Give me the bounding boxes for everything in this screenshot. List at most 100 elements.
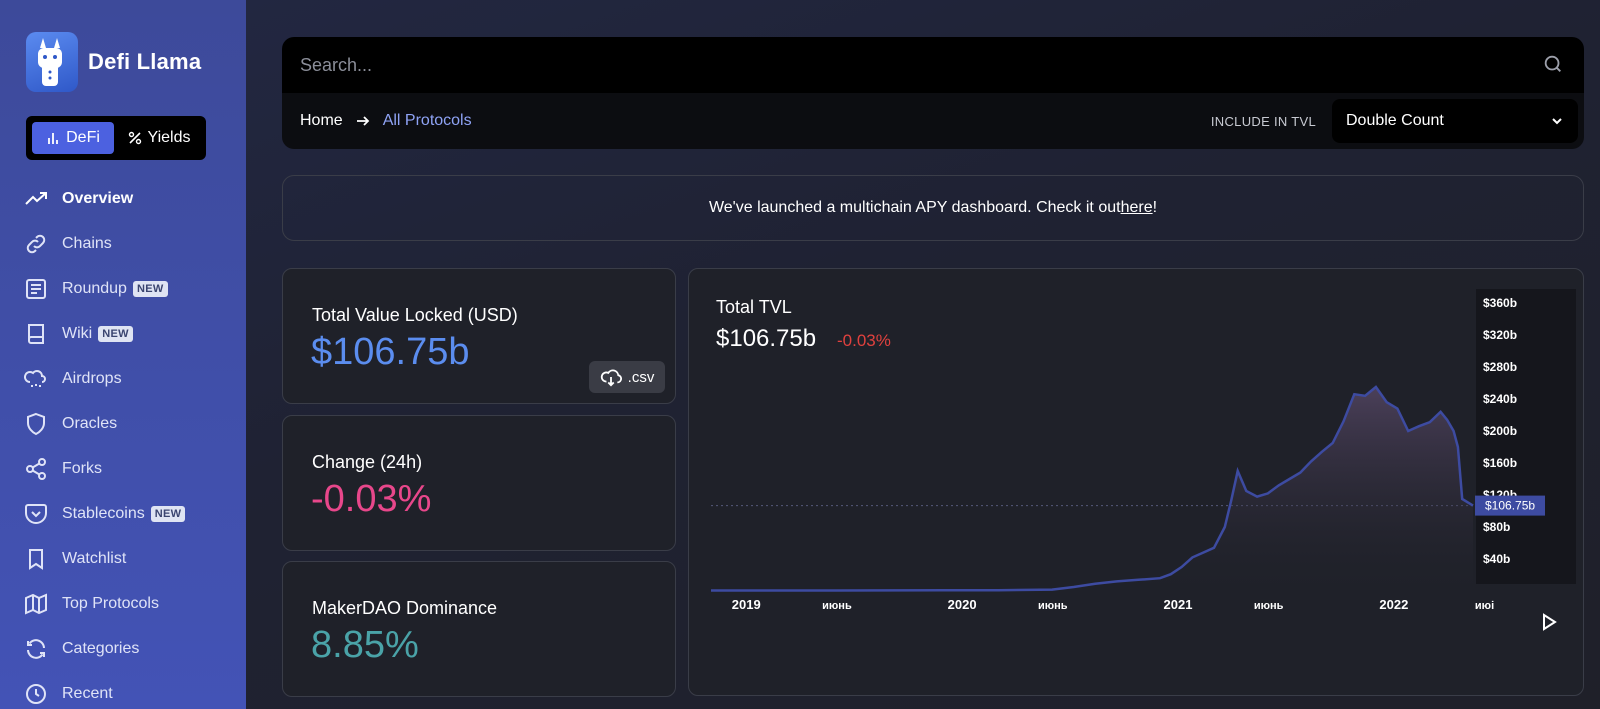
sidebar-item-recent[interactable]: Recent <box>24 671 234 709</box>
pocket-icon <box>24 502 48 526</box>
chart-title: Total TVL <box>716 297 792 317</box>
sidebar-item-airdrops[interactable]: Airdrops <box>24 356 234 401</box>
app-name: Defi Llama <box>88 49 202 74</box>
sidebar-item-label: Chains <box>62 234 112 252</box>
cloud-download-icon <box>600 369 622 387</box>
x-tick-label: июнь <box>822 600 852 612</box>
announcement-suffix: ! <box>1152 199 1158 216</box>
y-tick-label: $80b <box>1483 520 1510 534</box>
sidebar-item-categories[interactable]: Categories <box>24 626 234 671</box>
x-tick-label: июі <box>1475 600 1494 612</box>
change-card: Change (24h) -0.03% <box>282 415 676 551</box>
chart-current-value: $106.75b <box>716 325 817 352</box>
chart-change: -0.03% <box>837 331 891 350</box>
x-tick-label: 2022 <box>1379 597 1408 612</box>
sidebar-item-overview[interactable]: Overview <box>24 176 234 221</box>
y-tick-label: $280b <box>1483 360 1517 374</box>
tvl-chart-card: $40b $80b $120b $160b $200b $240b $280b $320b $3… <box>688 268 1584 696</box>
percent-icon <box>128 131 142 145</box>
tvl-label: Total Value Locked (USD) <box>312 305 518 325</box>
bar-chart-icon <box>46 131 60 145</box>
tvl-include-select[interactable]: Double Count <box>1332 99 1578 143</box>
sidebar: Defi Llama DeFi Yields Overview Chains R… <box>0 0 246 709</box>
breadcrumb-current[interactable]: All Protocols <box>383 112 472 130</box>
tvl-value: $106.75b <box>311 331 470 373</box>
sidebar-item-watchlist[interactable]: Watchlist <box>24 536 234 581</box>
change-value: -0.03% <box>311 478 432 520</box>
new-badge: NEW <box>98 325 133 342</box>
sidebar-item-label: Recent <box>62 684 113 702</box>
defi-tab-label: DeFi <box>66 129 100 146</box>
dominance-card: MakerDAO Dominance 8.85% <box>282 561 676 697</box>
book-icon <box>24 322 48 346</box>
sidebar-item-label: Stablecoins <box>62 504 145 522</box>
y-tick-label: $360b <box>1483 296 1517 310</box>
sidebar-item-label: Oracles <box>62 414 118 432</box>
llama-logo-icon <box>26 32 78 92</box>
search-input[interactable] <box>300 37 1500 93</box>
sidebar-item-label: Wiki <box>62 324 93 342</box>
play-icon[interactable] <box>1541 613 1557 636</box>
sidebar-item-oracles[interactable]: Oracles <box>24 401 234 446</box>
csv-label: .csv <box>627 368 655 386</box>
current-price-label: $106.75b <box>1485 499 1535 513</box>
include-in-tvl-label: INCLUDE IN TVL <box>1210 113 1316 129</box>
tvl-card: Total Value Locked (USD) $106.75b .csv <box>282 268 676 404</box>
sidebar-item-label: Overview <box>62 189 134 207</box>
sidebar-item-top-protocols[interactable]: Top Protocols <box>24 581 234 626</box>
sidebar-item-chains[interactable]: Chains <box>24 221 234 266</box>
yields-tab[interactable]: Yields <box>118 122 200 154</box>
change-label: Change (24h) <box>312 452 423 472</box>
announcement-link[interactable]: here <box>1121 199 1153 217</box>
search-icon[interactable] <box>1542 53 1564 80</box>
announcement-text: We've launched a multichain APY dashboar… <box>708 199 1121 216</box>
app-logo[interactable]: Defi Llama <box>26 32 201 92</box>
y-tick-label: $320b <box>1483 328 1517 342</box>
y-tick-label: $40b <box>1483 552 1510 566</box>
breadcrumb-home[interactable]: Home <box>300 112 343 130</box>
sidebar-item-label: Watchlist <box>62 549 127 567</box>
defi-tab[interactable]: DeFi <box>32 122 114 154</box>
sidebar-item-label: Roundup <box>62 279 127 297</box>
sidebar-item-wiki[interactable]: Wiki NEW <box>24 311 234 356</box>
breadcrumb-bar: Home All Protocols INCLUDE IN TVL Double… <box>282 93 1584 149</box>
yields-tab-label: Yields <box>147 129 191 146</box>
clock-icon <box>24 682 48 706</box>
share-icon <box>24 457 48 481</box>
link-icon <box>24 232 48 256</box>
sidebar-item-roundup[interactable]: Roundup NEW <box>24 266 234 311</box>
new-badge: NEW <box>132 280 168 297</box>
y-tick-label: $240b <box>1483 392 1517 406</box>
sidebar-nav: Overview Chains Roundup NEW Wiki NEW Air… <box>24 176 234 709</box>
x-tick-label: 2021 <box>1164 597 1193 612</box>
sidebar-item-forks[interactable]: Forks <box>24 446 234 491</box>
sidebar-item-label: Forks <box>62 459 102 477</box>
tvl-include-selected: Double Count <box>1346 112 1444 129</box>
tvl-chart[interactable]: $40b$80b$120b$160b$200b$240b$280b$320b$3… <box>689 269 1585 697</box>
x-axis-ticks: 2019 июнь 2020 июнь 2021 июнь 2022 июі <box>732 597 1494 612</box>
newspaper-icon <box>24 277 48 301</box>
x-tick-label: 2020 <box>948 597 977 612</box>
x-tick-label: июнь <box>1038 600 1068 612</box>
search-bar <box>282 37 1584 93</box>
breadcrumb: Home All Protocols <box>300 93 472 149</box>
announcement-banner: We've launched a multichain APY dashboar… <box>282 175 1584 241</box>
current-price-tag: $106.75b <box>1475 495 1545 516</box>
x-tick-label: июнь <box>1254 600 1284 612</box>
dominance-label: MakerDAO Dominance <box>312 598 498 618</box>
refresh-icon <box>24 637 48 661</box>
trending-up-icon <box>24 187 48 211</box>
sidebar-item-label: Airdrops <box>62 369 122 387</box>
bookmark-icon <box>24 547 48 571</box>
tvl-area <box>711 387 1473 591</box>
arrow-right-icon <box>355 113 371 129</box>
y-tick-label: $200b <box>1483 424 1517 438</box>
sidebar-item-label: Categories <box>62 639 140 657</box>
new-badge: NEW <box>150 505 186 522</box>
cloud-drizzle-icon <box>24 367 48 391</box>
sidebar-item-stablecoins[interactable]: Stablecoins NEW <box>24 491 234 536</box>
section-switcher: DeFi Yields <box>26 116 206 160</box>
download-csv-button[interactable]: .csv <box>589 361 665 393</box>
shield-icon <box>24 412 48 436</box>
sidebar-item-label: Top Protocols <box>62 594 159 612</box>
